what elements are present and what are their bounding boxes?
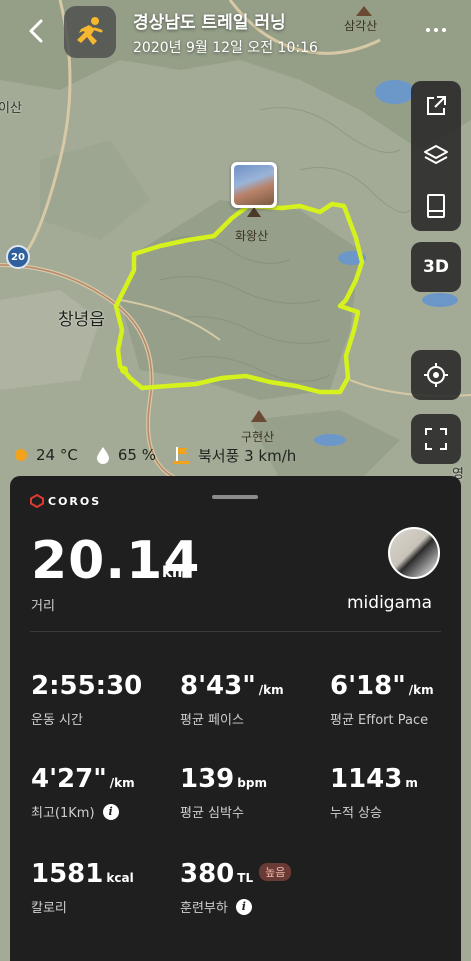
stat-label: 평균 심박수: [180, 806, 244, 821]
runner-icon: [77, 17, 103, 45]
photo-thumbnail: [234, 165, 274, 205]
stat-unit: m: [405, 776, 418, 790]
route-start-point: [120, 366, 128, 374]
stat-value: 4'27": [31, 764, 107, 794]
weather-wind: 북서풍 3 km/h: [173, 445, 297, 466]
stat-unit: TL: [237, 871, 254, 885]
stat-duration: 2:55:30 운동 시간: [31, 671, 142, 728]
stat-value: 1581: [31, 859, 104, 889]
stat-effort-pace: 6'18"/km 평균 Effort Pace: [330, 671, 434, 728]
more-dot-2: [434, 28, 438, 32]
temperature-value: 24 °C: [36, 446, 78, 464]
stat-best-km: 4'27"/km 최고(1Km) i: [31, 764, 135, 821]
info-icon[interactable]: i: [102, 803, 119, 820]
more-dot-1: [426, 28, 430, 32]
layers-button[interactable]: [411, 131, 461, 181]
map-label-hwawangsan: 화왕산: [235, 229, 269, 243]
stat-label: 최고(1Km): [31, 806, 95, 821]
drag-handle[interactable]: [212, 495, 258, 499]
more-dot-3: [442, 28, 446, 32]
stat-value: 6'18": [330, 671, 406, 701]
map-label-samgaksan: 삼각산: [344, 19, 378, 33]
droplet-icon: [96, 446, 110, 464]
stat-calories: 1581 kcal 칼로리: [31, 859, 134, 916]
coros-logo-icon: [30, 494, 44, 508]
stat-unit: /km: [408, 683, 434, 697]
layers-icon: [424, 145, 448, 164]
stat-label: 훈련부하: [180, 901, 228, 916]
map-label-guhyeonsan: 구현산: [241, 430, 275, 444]
share-icon: [427, 96, 446, 115]
brand-name: COROS: [48, 494, 102, 508]
stat-unit: /km: [109, 776, 135, 790]
book-icon: [427, 194, 445, 218]
stat-label: 누적 상승: [330, 806, 382, 821]
activity-title: 경상남도 트레일 러닝: [133, 13, 286, 33]
stat-value: 1143: [330, 764, 403, 794]
book-button[interactable]: [411, 181, 461, 231]
stat-avg-pace: 8'43"/km 평균 페이스: [180, 671, 284, 728]
stat-value: 2:55:30: [31, 671, 143, 701]
road-number: 20: [11, 251, 25, 263]
stat-unit: /km: [258, 683, 284, 697]
stat-value: 380: [180, 859, 235, 889]
stat-label: 운동 시간: [31, 713, 83, 728]
stat-training-load: 380 TL 높음 훈련부하 i: [180, 859, 292, 916]
distance-value: 20.14: [31, 531, 201, 591]
toggle-3d-button[interactable]: 3D: [411, 242, 461, 292]
map-label-left: 이산: [0, 101, 22, 116]
distance-unit: km: [162, 563, 188, 581]
training-load-badge: 높음: [259, 863, 292, 881]
avatar[interactable]: [388, 527, 440, 579]
weather-temperature: 24 °C: [14, 446, 78, 464]
stat-unit: bpm: [237, 776, 267, 790]
stat-label: 평균 페이스: [180, 713, 244, 728]
locate-button[interactable]: [411, 350, 461, 400]
sun-icon: [14, 448, 28, 462]
weather-bar: 24 °C 65 % 북서풍 3 km/h: [14, 444, 314, 466]
stat-elevation-gain: 1143 m 누적 상승: [330, 764, 418, 821]
username: midigama: [347, 593, 432, 613]
locate-icon: [424, 363, 448, 387]
weather-humidity: 65 %: [96, 446, 156, 464]
wind-value: 북서풍 3 km/h: [197, 446, 297, 465]
more-button[interactable]: [420, 20, 452, 40]
map-label-changnyeong: 창녕읍: [58, 310, 105, 330]
fullscreen-icon: [425, 428, 447, 450]
stat-label: 평균 Effort Pace: [330, 713, 429, 728]
stat-avg-heart-rate: 139 bpm 평균 심박수: [180, 764, 267, 821]
stat-value: 8'43": [180, 671, 256, 701]
stats-panel: COROS 20.14 km 거리 midigama 2:55:30 운동 시간…: [10, 476, 461, 961]
distance-label: 거리: [31, 599, 55, 614]
stat-unit: kcal: [106, 871, 134, 885]
wind-flag-icon: [173, 446, 190, 464]
divider: [30, 631, 441, 632]
photo-marker[interactable]: [231, 162, 277, 208]
humidity-value: 65 %: [117, 446, 156, 464]
stat-value: 139: [180, 764, 235, 794]
activity-type-icon: [64, 6, 116, 58]
info-icon[interactable]: i: [235, 898, 252, 915]
stat-label: 칼로리: [31, 901, 67, 916]
road-number-badge: 20: [6, 245, 30, 269]
activity-datetime: 2020년 9월 12일 오전 10:16: [133, 40, 318, 56]
brand-logo: COROS: [30, 494, 101, 508]
chevron-left-icon: [29, 19, 43, 43]
fullscreen-button[interactable]: [411, 414, 461, 464]
map-tools-group: [411, 81, 461, 231]
share-button[interactable]: [411, 81, 461, 131]
back-button[interactable]: [22, 16, 50, 46]
